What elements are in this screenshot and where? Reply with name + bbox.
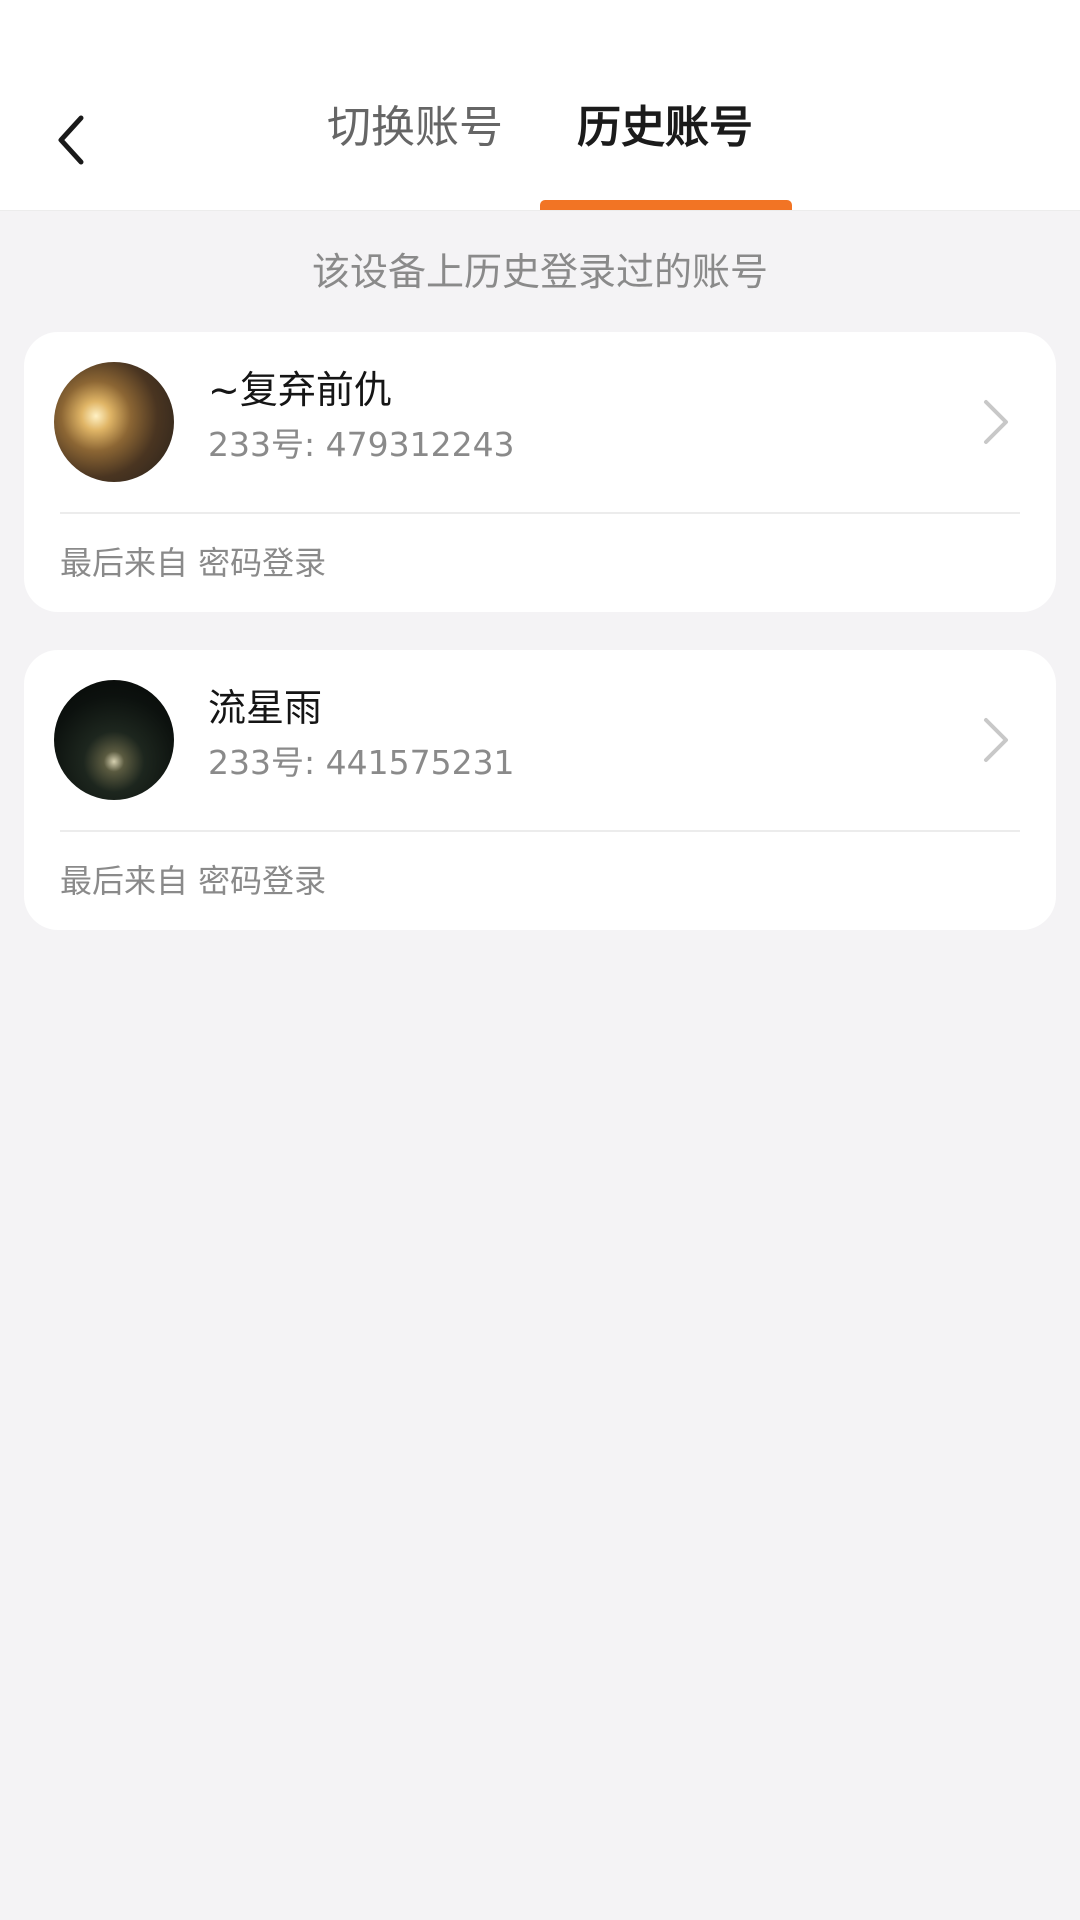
chevron-right-icon <box>984 400 1008 444</box>
avatar <box>54 362 174 482</box>
tab-switch-account[interactable]: 切换账号 <box>300 96 530 160</box>
active-tab-indicator <box>540 200 792 210</box>
avatar <box>54 680 174 800</box>
card-divider <box>60 512 1020 514</box>
top-bar: 切换账号 历史账号 <box>0 0 1080 211</box>
account-id: 233号: 441575231 <box>208 743 515 782</box>
history-accounts-subtitle: 该设备上历史登录过的账号 <box>311 250 768 294</box>
back-button[interactable] <box>40 105 100 175</box>
account-name: ~复弃前仇 <box>208 368 392 412</box>
tab-history-account[interactable]: 历史账号 <box>540 96 790 160</box>
last-login-method: 最后来自 密码登录 <box>60 544 327 582</box>
last-login-method: 最后来自 密码登录 <box>60 862 327 900</box>
account-id: 233号: 479312243 <box>208 425 515 464</box>
account-card[interactable]: ~复弃前仇 233号: 479312243 最后来自 密码登录 <box>24 332 1056 612</box>
account-card[interactable]: 流星雨 233号: 441575231 最后来自 密码登录 <box>24 650 1056 930</box>
card-divider <box>60 830 1020 832</box>
account-name: 流星雨 <box>208 686 323 730</box>
back-arrow-icon <box>58 115 84 165</box>
chevron-right-icon <box>984 718 1008 762</box>
